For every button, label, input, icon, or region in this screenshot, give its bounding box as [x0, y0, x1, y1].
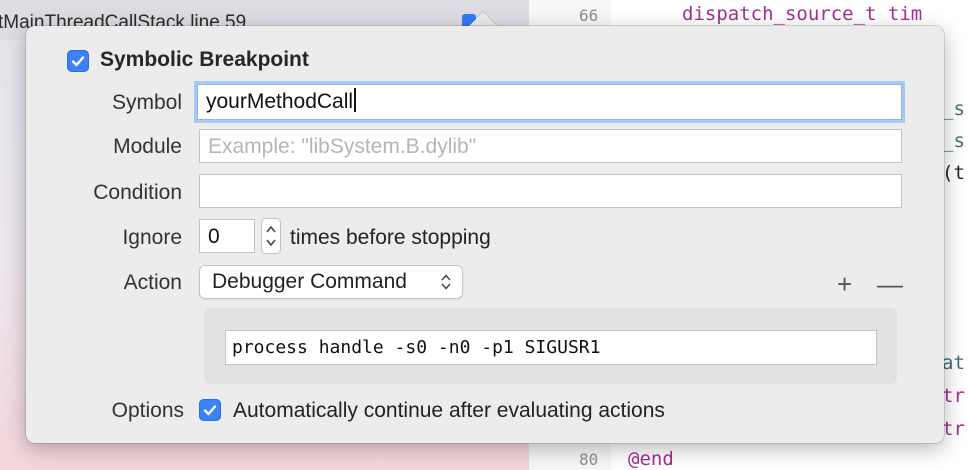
ignore-count-input[interactable]: 0 — [199, 219, 255, 253]
code-fragment: (t — [942, 162, 965, 184]
debugger-command-input[interactable]: process handle -s0 -n0 -p1 SIGUSR1 — [225, 330, 877, 365]
text-caret — [354, 88, 357, 112]
condition-input[interactable] — [199, 174, 902, 208]
add-action-button[interactable]: + — [837, 271, 852, 297]
stepper-arrows-icon — [266, 225, 276, 247]
symbol-value: yourMethodCall — [206, 90, 354, 113]
ignore-suffix: times before stopping — [290, 226, 491, 249]
remove-action-button[interactable]: — — [877, 271, 903, 297]
code-fragment: tr — [942, 385, 965, 407]
code-fragment: _s — [942, 98, 965, 120]
module-label: Module — [113, 135, 182, 158]
updown-chevron-icon — [441, 274, 451, 290]
ignore-label: Ignore — [122, 226, 182, 249]
line-number: 80 — [579, 450, 599, 469]
symbol-label: Symbol — [111, 91, 182, 114]
condition-label: Condition — [93, 181, 182, 204]
action-label: Action — [123, 271, 182, 294]
code-fragment: at — [942, 352, 965, 374]
code-line: dispatch_source_t tim — [682, 3, 923, 25]
auto-continue-checkbox[interactable] — [199, 399, 221, 421]
breakpoint-enabled-checkbox[interactable] — [67, 50, 89, 72]
code-fragment: @end — [628, 448, 674, 470]
symbol-input[interactable]: yourMethodCall — [197, 84, 902, 120]
action-type-value: Debugger Command — [212, 270, 407, 293]
code-fragment: _s — [942, 130, 965, 152]
options-label: Options — [111, 399, 184, 422]
ignore-count-stepper[interactable] — [261, 218, 281, 254]
code-fragment: tr — [942, 418, 965, 440]
checkmark-icon — [71, 56, 85, 67]
line-number: 66 — [579, 6, 599, 25]
checkmark-icon — [203, 405, 217, 416]
auto-continue-label: Automatically continue after evaluating … — [233, 399, 665, 422]
popover-arrow — [468, 12, 498, 27]
module-input[interactable]: Example: "libSystem.B.dylib" — [199, 129, 902, 163]
module-placeholder: Example: "libSystem.B.dylib" — [208, 135, 477, 158]
popover-title: Symbolic Breakpoint — [100, 48, 309, 71]
action-type-popup[interactable]: Debugger Command — [199, 265, 463, 299]
